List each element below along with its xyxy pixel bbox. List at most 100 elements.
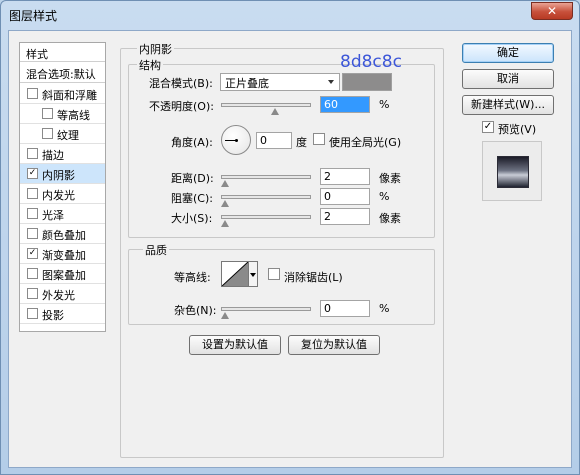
- reset-default-button[interactable]: 复位为默认值: [288, 335, 380, 355]
- style-list-item-label: 图案叠加: [42, 269, 86, 282]
- opacity-label: 不透明度(O):: [149, 100, 214, 113]
- opacity-input[interactable]: 60: [320, 96, 370, 113]
- blend-mode-value: 正片叠底: [225, 77, 269, 90]
- style-list-item[interactable]: 颜色叠加: [20, 224, 105, 244]
- global-light-checkbox[interactable]: [313, 133, 325, 145]
- choke-slider-thumb[interactable]: [221, 200, 229, 207]
- make-default-button[interactable]: 设置为默认值: [189, 335, 281, 355]
- blend-mode-select[interactable]: 正片叠底: [220, 73, 340, 91]
- angle-dial-center: [235, 139, 238, 142]
- angle-label: 角度(A):: [171, 136, 213, 149]
- style-preview: [482, 141, 542, 201]
- anti-alias-checkbox[interactable]: [268, 268, 280, 280]
- style-checkbox[interactable]: [27, 268, 38, 279]
- style-checkbox[interactable]: [27, 208, 38, 219]
- noise-input[interactable]: 0: [320, 300, 370, 317]
- style-checkbox[interactable]: ✓: [27, 168, 38, 179]
- style-list-item[interactable]: 图案叠加: [20, 264, 105, 284]
- noise-slider-thumb[interactable]: [221, 312, 229, 319]
- size-slider-thumb[interactable]: [221, 220, 229, 227]
- dialog-body: 样式 混合选项:默认 斜面和浮雕等高线纹理描边 ✓ 内阴影内发光光泽颜色叠加 ✓ 渐变叠…: [8, 30, 572, 468]
- opacity-slider[interactable]: [221, 103, 311, 107]
- chevron-down-icon: [250, 273, 256, 277]
- distance-slider-thumb[interactable]: [221, 180, 229, 187]
- style-list-item-label: 斜面和浮雕: [42, 89, 97, 102]
- contour-dropdown-button[interactable]: [249, 261, 258, 287]
- style-list-item-label: 纹理: [57, 129, 79, 142]
- blend-mode-label: 混合模式(B):: [149, 77, 213, 90]
- style-list-item[interactable]: ✓ 内阴影: [20, 164, 105, 184]
- chevron-down-icon: [328, 80, 334, 84]
- angle-unit: 度: [296, 136, 307, 149]
- preview-checkbox[interactable]: ✓: [482, 121, 494, 133]
- title-bar[interactable]: 图层样式 ✕: [1, 1, 579, 29]
- style-checkbox[interactable]: ✓: [27, 248, 38, 259]
- cancel-button[interactable]: 取消: [462, 69, 554, 89]
- close-icon: ✕: [546, 4, 558, 18]
- noise-label: 杂色(N):: [174, 304, 217, 317]
- color-annotation: 8d8c8c: [340, 52, 402, 72]
- structure-group: 结构 混合模式(B): 正片叠底 8d8c8c 不透明度(O): 60 % 角度…: [128, 52, 435, 238]
- style-checkbox[interactable]: [42, 128, 53, 139]
- size-label: 大小(S):: [171, 212, 213, 225]
- styles-list: 样式 混合选项:默认 斜面和浮雕等高线纹理描边 ✓ 内阴影内发光光泽颜色叠加 ✓ 渐变叠…: [19, 42, 106, 332]
- size-input[interactable]: 2: [320, 208, 370, 225]
- style-checkbox[interactable]: [27, 88, 38, 99]
- blending-options-item[interactable]: 混合选项:默认: [20, 63, 105, 83]
- style-list-item[interactable]: 斜面和浮雕: [20, 84, 105, 104]
- anti-alias-label: 消除锯齿(L): [284, 271, 343, 284]
- structure-title: 结构: [137, 57, 163, 73]
- distance-label: 距离(D):: [171, 172, 214, 185]
- style-list-item-label: 描边: [42, 149, 64, 162]
- distance-input[interactable]: 2: [320, 168, 370, 185]
- window-title: 图层样式: [9, 9, 58, 23]
- style-list-item-label: 内阴影: [42, 169, 75, 182]
- style-list-item[interactable]: 光泽: [20, 204, 105, 224]
- style-list-item[interactable]: 内发光: [20, 184, 105, 204]
- noise-slider[interactable]: [221, 307, 311, 311]
- style-checkbox[interactable]: [27, 148, 38, 159]
- ok-button[interactable]: 确定: [462, 43, 554, 63]
- choke-unit: %: [379, 190, 390, 203]
- shadow-color-swatch[interactable]: [342, 73, 392, 91]
- style-list-item-label: 渐变叠加: [42, 249, 86, 262]
- style-list-item[interactable]: 纹理: [20, 124, 105, 144]
- quality-title: 品质: [143, 242, 169, 258]
- inner-shadow-title: 内阴影: [137, 41, 174, 57]
- size-unit: 像素: [379, 212, 401, 225]
- styles-header[interactable]: 样式: [20, 43, 105, 62]
- angle-dial[interactable]: [221, 125, 251, 155]
- contour-picker[interactable]: [221, 261, 249, 287]
- close-button[interactable]: ✕: [531, 2, 573, 20]
- style-checkbox[interactable]: [27, 288, 38, 299]
- quality-group: 品质 等高线: 消除锯齿(L) 杂色(N): 0 %: [128, 242, 435, 325]
- opacity-slider-thumb[interactable]: [271, 108, 279, 115]
- style-checkbox[interactable]: [27, 228, 38, 239]
- style-checkbox[interactable]: [42, 108, 53, 119]
- global-light-label: 使用全局光(G): [329, 136, 402, 149]
- choke-input[interactable]: 0: [320, 188, 370, 205]
- new-style-button[interactable]: 新建样式(W)...: [462, 95, 554, 115]
- style-list-item[interactable]: 等高线: [20, 104, 105, 124]
- choke-slider[interactable]: [221, 195, 311, 199]
- layer-style-dialog: 图层样式 ✕ 样式 混合选项:默认 斜面和浮雕等高线纹理描边 ✓ 内阴影内发光光泽颜…: [0, 0, 580, 475]
- distance-slider[interactable]: [221, 175, 311, 179]
- angle-input[interactable]: 0: [256, 132, 292, 149]
- choke-label: 阻塞(C):: [171, 192, 213, 205]
- size-slider[interactable]: [221, 215, 311, 219]
- inner-shadow-group: 内阴影 结构 混合模式(B): 正片叠底 8d8c8c 不透明度(O): 60 …: [120, 41, 444, 458]
- preview-label: 预览(V): [498, 123, 537, 136]
- style-list-item[interactable]: 投影: [20, 304, 105, 324]
- style-list-item-label: 投影: [42, 309, 64, 322]
- style-preview-swatch: [497, 156, 529, 188]
- noise-unit: %: [379, 302, 390, 315]
- style-list-item-label: 内发光: [42, 189, 75, 202]
- style-list-item[interactable]: ✓ 渐变叠加: [20, 244, 105, 264]
- style-list-item[interactable]: 描边: [20, 144, 105, 164]
- style-list-item-label: 颜色叠加: [42, 229, 86, 242]
- distance-unit: 像素: [379, 172, 401, 185]
- style-checkbox[interactable]: [27, 188, 38, 199]
- contour-curve-icon: [222, 262, 248, 286]
- style-list-item[interactable]: 外发光: [20, 284, 105, 304]
- style-checkbox[interactable]: [27, 308, 38, 319]
